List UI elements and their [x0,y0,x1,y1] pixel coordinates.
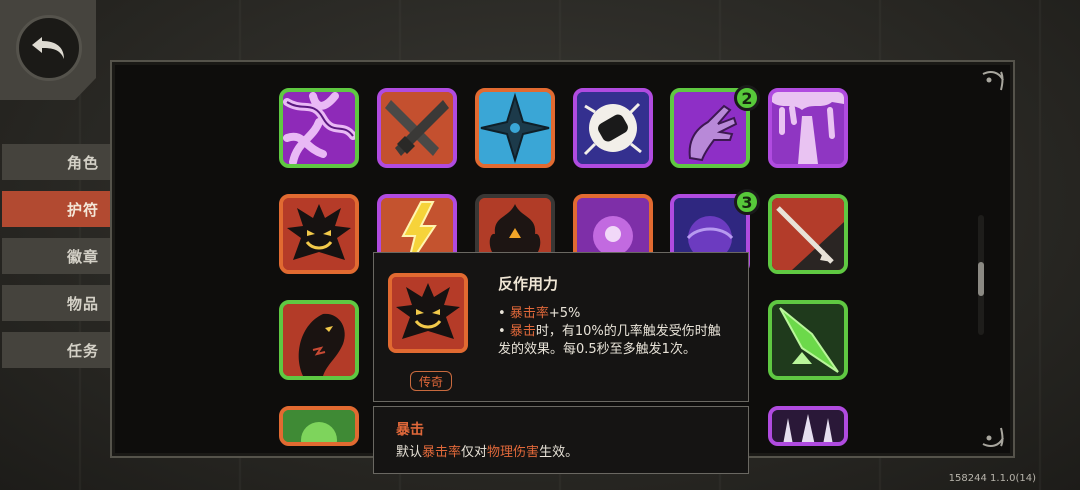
tab-label: 物品 [67,295,100,313]
corner-ornament-icon [982,71,1004,91]
tentacle-web-icon [283,92,355,164]
back-button[interactable] [16,15,82,81]
charm-crossed-blades[interactable] [377,88,457,168]
charm-slime-tree[interactable] [768,88,848,168]
charm-shuriken[interactable] [475,88,555,168]
energy-crystal-icon [577,92,649,164]
bullet: • [498,306,510,321]
charm-fang-claws[interactable] [768,406,848,446]
bullet: • [498,324,510,339]
charm-piercing-spear[interactable] [768,194,848,274]
version-label: 158244 1.1.0(14) [948,473,1036,484]
rarity-tag: 传奇 [410,371,452,391]
tooltip-effect-1: • 暴击率+5% [498,305,728,323]
keyword-physical-damage: 物理伤害 [487,445,540,460]
keyword-crit-rate: 暴击率 [422,445,462,460]
stack-count-badge: 3 [734,189,760,215]
slime-tree-icon [772,92,844,164]
charm-green-poison[interactable] [279,406,359,446]
shadow-beast-icon [283,304,355,376]
keyword-tooltip: 暴击 默认暴击率仅对物理伤害生效。 [373,406,749,474]
charm-tooltip: 反作用力 • 暴击率+5% • 暴击时，有10%的几率触发受伤时触发的效果。每0… [373,252,749,402]
stack-count-badge: 2 [734,85,760,111]
corner-ornament-icon [982,427,1004,447]
crossed-blades-icon [381,92,453,164]
keyword-title: 暴击 [396,422,424,438]
piercing-spear-icon [772,198,844,270]
text: 仅对 [461,445,488,460]
green-poison-icon [283,410,355,442]
keyword-crit-rate: 暴击率 [509,306,549,321]
text: 默认 [396,445,423,460]
charm-energy-crystal[interactable] [573,88,653,168]
shuriken-icon [479,92,551,164]
text: 生效。 [539,445,579,460]
scrollbar-thumb[interactable] [978,262,984,296]
tooltip-title: 反作用力 [498,275,559,293]
charm-tentacle-web[interactable] [279,88,359,168]
effect-value: +5% [548,306,581,321]
back-arrow-icon [32,37,64,59]
keyword-crit: 暴击 [509,324,536,339]
tab-label: 徽章 [67,248,100,266]
emerald-shard-icon [772,304,844,376]
demon-tree-icon [283,198,355,270]
charm-counterforce[interactable] [279,194,359,274]
tab-label: 任务 [67,342,100,360]
tab-label: 角色 [67,154,100,172]
keyword-description: 默认暴击率仅对物理伤害生效。 [396,441,578,460]
tab-label: 护符 [67,201,100,219]
tooltip-charm-icon [388,273,468,353]
charm-emerald-shard[interactable] [768,300,848,380]
demon-tree-icon [392,277,464,349]
tooltip-effect-2: • 暴击时，有10%的几率触发受伤时触发的效果。每0.5秒至多触发1次。 [498,323,728,359]
charm-shadow-beast[interactable] [279,300,359,380]
fang-claws-icon [772,410,844,442]
